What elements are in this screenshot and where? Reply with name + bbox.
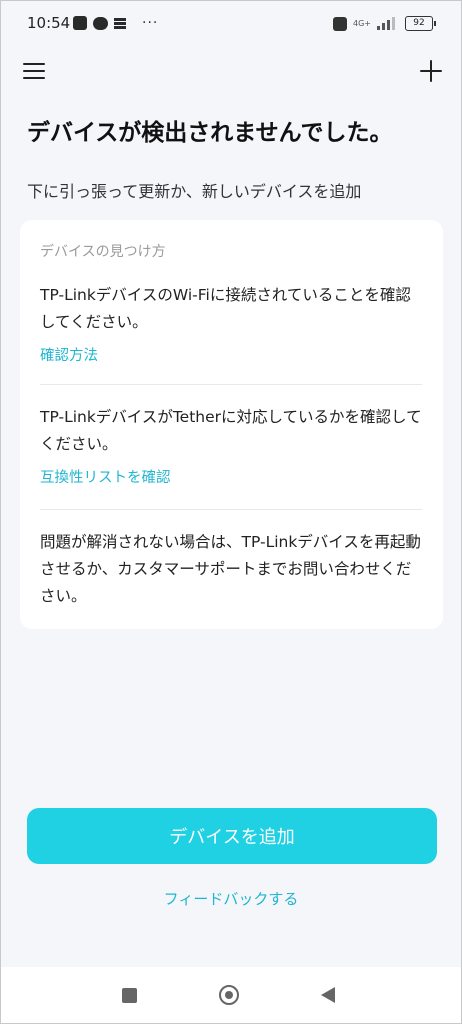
hamburger-menu-icon[interactable] — [23, 61, 47, 81]
status-time: 10:54 — [27, 14, 71, 32]
chat-notification-icon — [93, 16, 108, 30]
volte-icon — [333, 16, 347, 31]
app-frame: 10:54 ··· 4G+ 92 デバイスが検出されませんでした。 下に引っ張っ… — [0, 0, 462, 1024]
help-step-text: 問題が解消されない場合は、TP-Linkデバイスを再起動させるか、カスタマーサポ… — [40, 533, 421, 605]
home-icon[interactable] — [219, 985, 239, 1005]
notification-icons: ··· — [73, 15, 158, 31]
help-step-text: TP-LinkデバイスがTetherに対応しているかを確認してください。 — [40, 408, 422, 453]
recents-icon[interactable] — [122, 988, 137, 1003]
list-notification-icon — [114, 17, 126, 29]
more-notifications-icon: ··· — [142, 15, 159, 31]
card-heading: デバイスの見つけ方 — [40, 244, 166, 260]
plus-icon[interactable] — [419, 59, 443, 83]
help-step-text: TP-LinkデバイスのWi-Fiに接続されていることを確認してください。 — [40, 286, 411, 331]
page-subtitle: 下に引っ張って更新か、新しいデバイスを追加 — [27, 182, 362, 201]
page-title: デバイスが検出されませんでした。 — [27, 120, 393, 146]
battery-icon: 92 — [405, 16, 436, 31]
device-help-card: デバイスの見つけ方 TP-LinkデバイスのWi-Fiに接続されていることを確認… — [20, 220, 443, 629]
help-step-compatibility: TP-LinkデバイスがTetherに対応しているかを確認してください。 互換性… — [40, 404, 423, 487]
status-bar: 10:54 ··· 4G+ 92 — [1, 1, 461, 47]
help-step-restart: 問題が解消されない場合は、TP-Linkデバイスを再起動させるか、カスタマーサポ… — [40, 529, 423, 610]
compatibility-list-link[interactable]: 互換性リストを確認 — [40, 466, 171, 487]
system-nav-bar — [1, 967, 461, 1023]
how-to-check-link[interactable]: 確認方法 — [40, 344, 98, 365]
app-notification-icon — [73, 16, 87, 30]
help-step-wifi: TP-LinkデバイスのWi-Fiに接続されていることを確認してください。 確認… — [40, 282, 423, 365]
divider — [40, 509, 422, 510]
add-device-button[interactable]: デバイスを追加 — [27, 808, 437, 864]
back-icon[interactable] — [321, 987, 335, 1003]
signal-strength-icon — [377, 17, 395, 30]
system-icons: 4G+ 92 — [333, 16, 436, 31]
feedback-link[interactable]: フィードバックする — [1, 888, 461, 909]
network-type-label: 4G+ — [353, 18, 371, 28]
divider — [40, 384, 422, 385]
